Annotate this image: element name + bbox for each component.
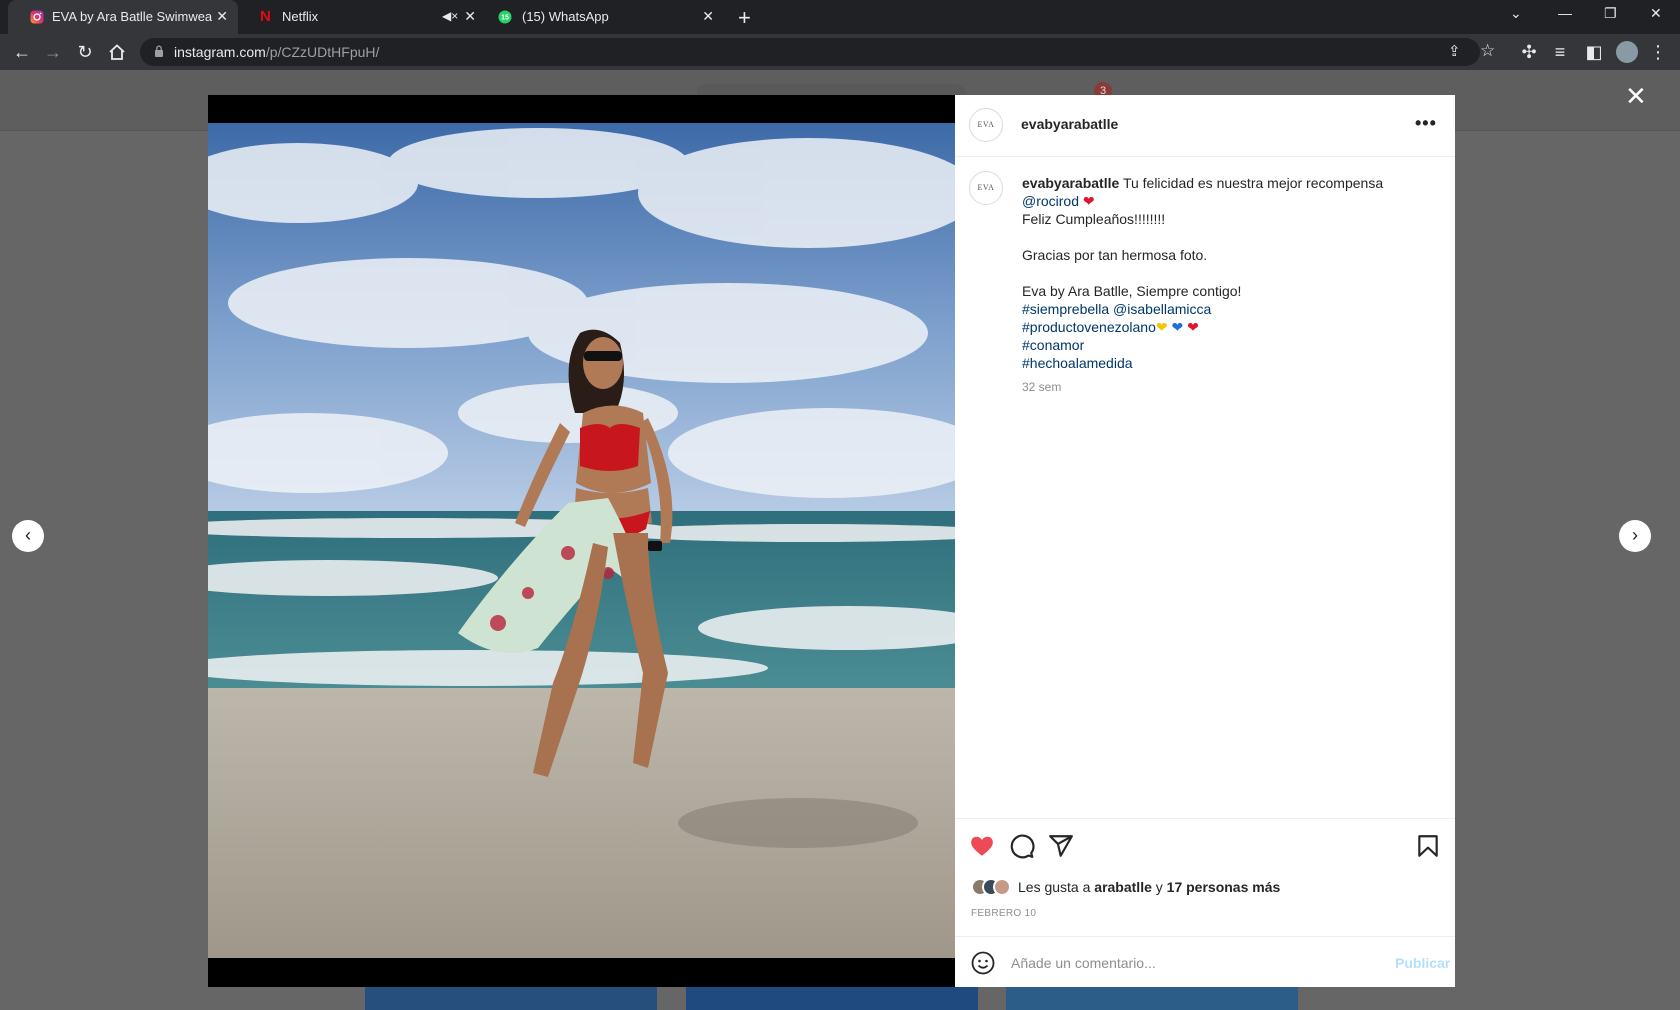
media-control-icon[interactable]: ≡ bbox=[1550, 42, 1570, 62]
share-direct-icon[interactable] bbox=[1048, 833, 1074, 859]
previous-post-button[interactable]: ‹ bbox=[12, 520, 44, 552]
caption-avatar[interactable]: EVA bbox=[969, 171, 1003, 205]
likes-and: y bbox=[1155, 879, 1163, 895]
tab-whatsapp[interactable]: 15 (15) WhatsApp ✕ bbox=[490, 0, 724, 34]
caption-text: Tu felicidad es nuestra mejor recompensa bbox=[1122, 175, 1384, 191]
profile-avatar[interactable] bbox=[1616, 41, 1638, 63]
hashtag-link[interactable]: #conamor bbox=[1022, 336, 1422, 354]
caption-line: Gracias por tan hermosa foto. bbox=[1022, 247, 1208, 263]
yellow-heart-emoji: ❤ bbox=[1155, 319, 1168, 335]
minimize-button[interactable]: — bbox=[1558, 5, 1572, 21]
caption-username[interactable]: evabyarabatlle bbox=[1022, 175, 1119, 191]
caption-line bbox=[1022, 228, 1422, 246]
mention-link[interactable]: @rocirod bbox=[1022, 193, 1079, 209]
author-avatar[interactable]: EVA bbox=[969, 108, 1003, 142]
post-actions: Les gusta a arabatlle y 17 personas más … bbox=[955, 818, 1455, 987]
blue-heart-emoji: ❤ bbox=[1171, 319, 1184, 335]
close-window-button[interactable]: ✕ bbox=[1650, 5, 1662, 22]
comment-input[interactable] bbox=[1011, 952, 1351, 974]
grid-thumbnail bbox=[1006, 985, 1298, 1010]
red-heart-emoji: ❤ bbox=[1082, 193, 1095, 209]
menu-kebab-icon[interactable]: ⋮ bbox=[1648, 42, 1668, 62]
like-heart-icon[interactable] bbox=[969, 833, 995, 859]
reload-icon[interactable]: ↻ bbox=[75, 42, 95, 62]
muted-speaker-icon[interactable]: ◀× bbox=[442, 9, 458, 23]
likes-others[interactable]: 17 personas más bbox=[1167, 879, 1281, 895]
url-text: instagram.com/p/CZzUDtHFpuH/ bbox=[174, 44, 379, 60]
restore-button[interactable]: ❐ bbox=[1604, 5, 1617, 22]
publish-button[interactable]: Publicar bbox=[1395, 955, 1450, 971]
url-host: instagram.com bbox=[174, 44, 266, 60]
close-tab-icon[interactable]: ✕ bbox=[464, 8, 476, 25]
likes-text: Les gusta a arabatlle y 17 personas más bbox=[1018, 879, 1280, 895]
next-post-button[interactable]: › bbox=[1619, 520, 1651, 552]
bookmark-star-icon[interactable]: ☆ bbox=[1480, 41, 1495, 61]
address-bar[interactable]: instagram.com/p/CZzUDtHFpuH/ ⇪ ☆ bbox=[140, 38, 1495, 66]
extensions-icon[interactable]: ✣ bbox=[1519, 42, 1539, 62]
tab-title: EVA by Ara Batlle Swimwear (@ bbox=[52, 9, 212, 24]
browser-tab-strip: EVA by Ara Batlle Swimwear (@ ✕ N Netfli… bbox=[0, 0, 1680, 34]
close-tab-icon[interactable]: ✕ bbox=[216, 8, 228, 25]
new-tab-button[interactable]: + bbox=[738, 5, 751, 31]
forward-icon[interactable]: → bbox=[43, 42, 63, 62]
grid-thumbnail bbox=[686, 985, 978, 1010]
liker-avatar bbox=[993, 878, 1011, 896]
emoji-picker-icon[interactable] bbox=[971, 951, 995, 975]
browser-toolbar: ← → ↻ instagram.com/p/CZzUDtHFpuH/ ⇪ ☆ ✣… bbox=[0, 34, 1680, 70]
tab-title: Netflix bbox=[282, 9, 319, 24]
liker-username[interactable]: arabatlle bbox=[1094, 879, 1152, 895]
tab-search-icon[interactable]: ⌄ bbox=[1510, 5, 1522, 22]
grid-thumbnail bbox=[365, 985, 657, 1010]
post-photo[interactable] bbox=[208, 95, 955, 987]
post-header: EVA evabyarabatlle ••• bbox=[955, 95, 1455, 157]
comment-icon[interactable] bbox=[1009, 833, 1035, 859]
whatsapp-icon: 15 bbox=[498, 10, 512, 24]
tab-netflix[interactable]: N Netflix ◀× ✕ bbox=[246, 0, 486, 34]
url-path: /p/CZzUDtHFpuH/ bbox=[265, 44, 380, 60]
caption-line: Feliz Cumpleaños!!!!!!!! bbox=[1022, 211, 1166, 227]
more-options-icon[interactable]: ••• bbox=[1415, 113, 1437, 134]
post-date[interactable]: FEBRERO 10 bbox=[971, 908, 1036, 919]
tab-instagram[interactable]: EVA by Ara Batlle Swimwear (@ ✕ bbox=[8, 0, 238, 34]
side-panel-icon[interactable]: ◧ bbox=[1584, 42, 1604, 62]
post-caption: evabyarabatlle Tu felicidad es nuestra m… bbox=[1022, 174, 1422, 372]
close-modal-icon[interactable]: ✕ bbox=[1625, 83, 1647, 109]
likes-summary[interactable]: Les gusta a arabatlle y 17 personas más bbox=[971, 876, 1280, 898]
tab-title: (15) WhatsApp bbox=[522, 9, 609, 24]
hashtag-link[interactable]: #hechoalamedida bbox=[1022, 354, 1422, 372]
save-bookmark-icon[interactable] bbox=[1415, 833, 1441, 859]
share-icon[interactable]: ⇪ bbox=[1448, 42, 1461, 60]
home-icon[interactable] bbox=[108, 43, 126, 61]
comment-bar: Publicar bbox=[955, 936, 1455, 988]
caption-line: @rocirod ❤ bbox=[1022, 192, 1422, 210]
likes-prefix: Les gusta a bbox=[1018, 879, 1091, 895]
post-modal: EVA evabyarabatlle ••• EVA evabyarabatll… bbox=[208, 95, 1455, 987]
hashtag-link[interactable]: #productovenezolano bbox=[1022, 319, 1156, 335]
whatsapp-badge: 15 bbox=[501, 15, 509, 22]
close-tab-icon[interactable]: ✕ bbox=[702, 8, 714, 25]
post-details-panel: EVA evabyarabatlle ••• EVA evabyarabatll… bbox=[955, 95, 1455, 987]
caption-line: #productovenezolano❤ ❤ ❤ bbox=[1022, 318, 1422, 336]
lock-icon bbox=[155, 45, 163, 57]
page-viewport: 3 ✕ ‹ › EVA evabyarabatlle ••• EVA evaby… bbox=[0, 70, 1680, 1010]
back-icon[interactable]: ← bbox=[12, 42, 32, 62]
red-heart-emoji: ❤ bbox=[1187, 319, 1199, 335]
netflix-icon: N bbox=[260, 8, 271, 25]
author-username[interactable]: evabyarabatlle bbox=[1021, 116, 1118, 132]
caption-line: evabyarabatlle Tu felicidad es nuestra m… bbox=[1022, 174, 1422, 192]
caption-line: Eva by Ara Batlle, Siempre contigo! bbox=[1022, 283, 1242, 299]
hashtag-link[interactable]: #siemprebella @isabellamicca bbox=[1022, 300, 1422, 318]
caption-line bbox=[1022, 264, 1422, 282]
instagram-icon bbox=[30, 10, 44, 24]
caption-time[interactable]: 32 sem bbox=[1022, 380, 1061, 394]
beach-photo bbox=[208, 123, 955, 958]
